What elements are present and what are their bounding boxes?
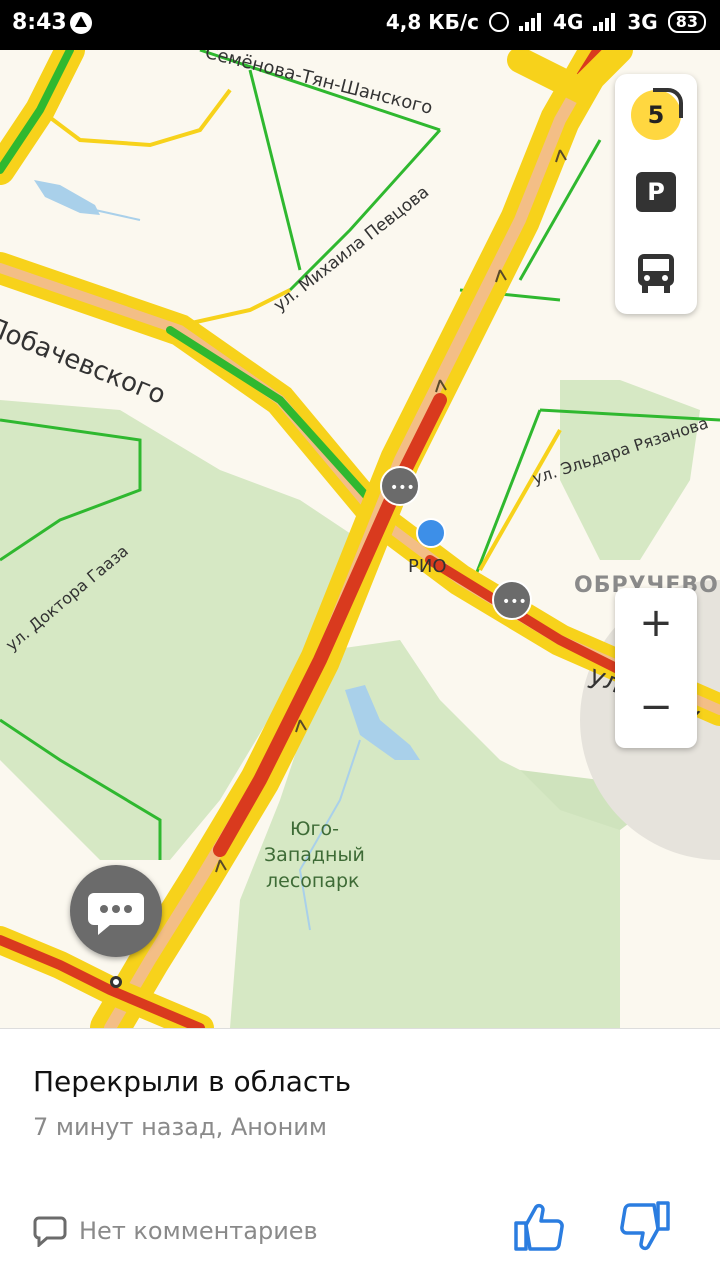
network-3g: 3G: [627, 10, 658, 34]
parking-layer-button[interactable]: P: [636, 172, 676, 212]
event-pin-point: [110, 976, 122, 988]
transport-layer-button[interactable]: [636, 252, 676, 294]
traffic-level: 5: [647, 101, 665, 129]
battery-indicator: 83: [667, 11, 706, 33]
status-right: 4,8 КБ/с 4G 3G 83: [386, 10, 706, 34]
park-label-line2: Западный: [264, 844, 365, 866]
shopping-poi-icon[interactable]: [416, 518, 446, 548]
road-event-marker[interactable]: •••: [492, 580, 532, 620]
parking-icon: P: [647, 178, 665, 206]
map-layers-panel: 5 P: [615, 74, 697, 314]
comments-label: Нет комментариев: [79, 1217, 318, 1245]
park-label-line1: Юго-: [290, 818, 339, 840]
bus-icon: [638, 254, 674, 293]
traffic-layer-button[interactable]: 5: [631, 88, 683, 140]
comment-icon: [33, 1216, 67, 1247]
selected-event-marker[interactable]: [70, 865, 162, 957]
like-button[interactable]: [512, 1199, 568, 1255]
poi-label-rio: РИО: [408, 556, 447, 577]
network-speed: 4,8 КБ/с: [385, 10, 480, 34]
zoom-panel: + −: [615, 588, 697, 748]
event-card: Перекрыли в область 7 минут назад, Анони…: [0, 1028, 720, 1281]
dislike-button[interactable]: [616, 1199, 672, 1255]
comments-link[interactable]: Нет комментариев: [33, 1215, 318, 1247]
thumbs-up-icon: [514, 1203, 564, 1251]
chat-bubble-icon: [88, 893, 144, 935]
alarm-icon: [489, 12, 510, 32]
signal-icon: [519, 13, 543, 31]
thumbs-down-icon: [620, 1201, 670, 1251]
road-event-marker[interactable]: •••: [380, 466, 420, 506]
network-4g: 4G: [553, 10, 584, 34]
event-meta: 7 минут назад, Аноним: [33, 1113, 328, 1141]
status-bar: 8:43 4,8 КБ/с 4G 3G 83: [0, 0, 720, 50]
park-label-line3: лесопарк: [266, 870, 360, 892]
signal-icon-2: [593, 13, 617, 31]
status-time: 8:43: [12, 10, 67, 35]
navigation-app-icon: [70, 12, 92, 34]
chat-bubble-icon: •••: [390, 480, 415, 496]
zoom-out-button[interactable]: −: [615, 672, 697, 742]
chat-bubble-icon: •••: [502, 594, 527, 610]
zoom-in-button[interactable]: +: [615, 588, 697, 658]
event-title: Перекрыли в область: [33, 1065, 352, 1098]
